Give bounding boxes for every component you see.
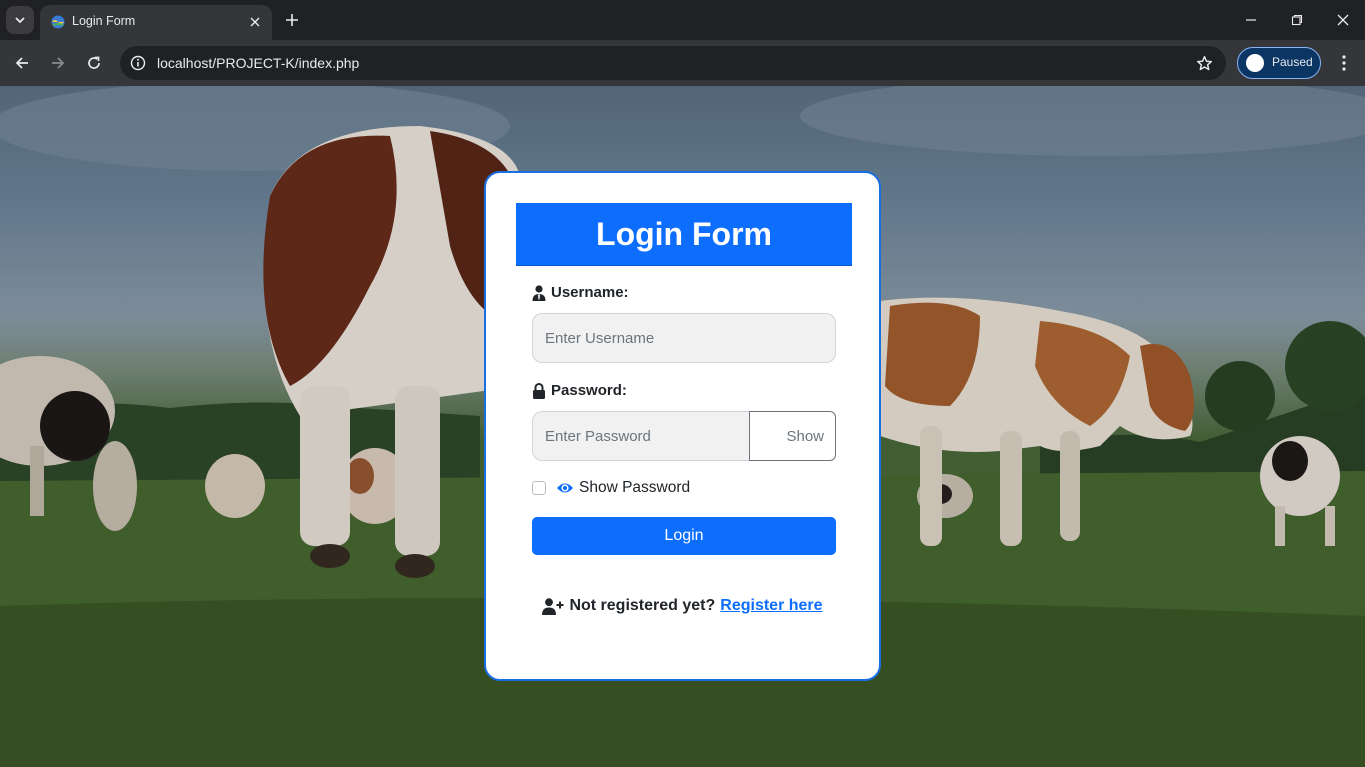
minimize-icon[interactable] <box>1241 10 1261 30</box>
avatar <box>1246 54 1264 72</box>
login-title: Login Form <box>516 203 852 266</box>
reload-icon[interactable] <box>82 51 106 75</box>
site-info-icon[interactable] <box>128 53 148 73</box>
profile-status: Paused <box>1272 55 1313 69</box>
menu-kebab-icon[interactable] <box>1334 52 1354 74</box>
browser-toolbar: localhost/PROJECT-K/index.php Paused <box>0 40 1365 86</box>
user-tie-icon <box>532 284 546 301</box>
tab-title: Login Form <box>72 14 136 28</box>
new-tab-icon[interactable] <box>282 10 302 30</box>
register-link[interactable]: Register here <box>720 597 822 615</box>
site-favicon-icon <box>51 15 65 29</box>
password-input[interactable] <box>532 411 750 461</box>
window-close-icon[interactable] <box>1333 10 1353 30</box>
address-bar[interactable]: localhost/PROJECT-K/index.php <box>120 46 1226 80</box>
bookmark-star-icon[interactable] <box>1194 53 1214 73</box>
browser-tab-strip: Login Form <box>0 0 1365 40</box>
url-text[interactable]: localhost/PROJECT-K/index.php <box>157 55 359 71</box>
not-registered-text: Not registered yet? <box>569 597 716 614</box>
username-label: Username: <box>551 284 629 301</box>
password-label: Password: <box>551 382 627 399</box>
username-input[interactable] <box>532 313 836 363</box>
add-user-icon <box>542 597 564 615</box>
tab-search-button[interactable] <box>6 6 34 34</box>
show-password-row: Show Password <box>532 479 690 497</box>
password-label-row: Password: <box>532 382 627 399</box>
page-viewport: Login Form Username: Password: Show Show… <box>0 86 1365 767</box>
login-card: Login Form Username: Password: Show Show… <box>484 171 881 681</box>
back-icon[interactable] <box>10 51 34 75</box>
show-password-label[interactable]: Show Password <box>579 479 690 497</box>
close-icon[interactable] <box>246 13 264 31</box>
maximize-icon[interactable] <box>1287 10 1307 30</box>
login-button[interactable]: Login <box>532 517 836 555</box>
forward-icon[interactable] <box>46 51 70 75</box>
eye-icon <box>556 481 574 495</box>
lock-icon <box>532 382 546 399</box>
chevron-down-icon <box>15 17 25 24</box>
profile-button[interactable]: Paused <box>1237 47 1321 79</box>
show-password-button[interactable]: Show <box>749 411 836 461</box>
register-row: Not registered yet? Register here <box>486 597 879 615</box>
show-password-checkbox[interactable] <box>532 481 546 495</box>
tab-active[interactable]: Login Form <box>40 5 272 40</box>
username-label-row: Username: <box>532 284 629 301</box>
